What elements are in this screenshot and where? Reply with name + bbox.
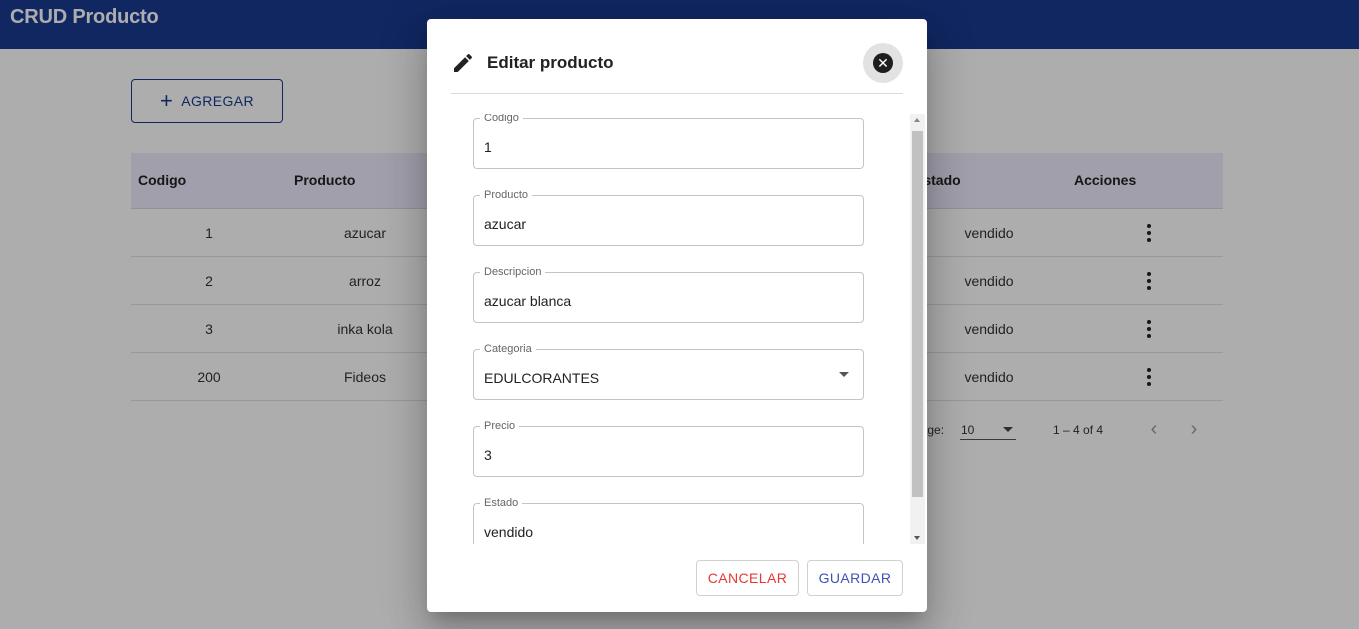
scroll-down-arrow-icon[interactable] [914, 536, 920, 540]
estado-value: vendido [484, 524, 534, 540]
close-dialog-button[interactable]: ✕ [863, 43, 903, 83]
descripcion-label: Descripcion [480, 266, 546, 278]
save-button[interactable]: GUARDAR [807, 560, 903, 596]
scroll-thumb[interactable] [912, 131, 923, 497]
producto-label: Producto [480, 189, 533, 201]
cancel-button[interactable]: CANCELAR [696, 560, 799, 596]
codigo-field[interactable]: Codigo 1 [473, 114, 864, 169]
codigo-value: 1 [484, 139, 492, 155]
dialog-header: Editar producto ✕ [427, 19, 927, 94]
precio-value: 3 [484, 447, 492, 463]
close-circle-icon: ✕ [873, 53, 893, 73]
categoria-select[interactable]: Categoria EDULCORANTES [473, 343, 864, 400]
estado-label: Estado [480, 497, 523, 509]
descripcion-value: azucar blanca [484, 293, 572, 309]
estado-field[interactable]: Estado vendido [473, 497, 864, 544]
scroll-up-arrow-icon[interactable] [914, 118, 920, 122]
producto-field[interactable]: Producto azucar [473, 189, 864, 246]
dialog-scrollbar[interactable] [910, 114, 925, 544]
producto-value: azucar [484, 216, 527, 232]
dialog-title: Editar producto [487, 53, 614, 72]
precio-label: Precio [480, 420, 520, 432]
descripcion-field[interactable]: Descripcion azucar blanca [473, 266, 864, 323]
categoria-label: Categoria [480, 343, 536, 355]
dialog-actions: CANCELAR GUARDAR [427, 560, 927, 596]
codigo-label: Codigo [480, 114, 523, 124]
pencil-icon [454, 53, 473, 72]
dialog-form: Codigo 1 Producto azucar Descripcion azu… [427, 114, 927, 544]
precio-field[interactable]: Precio 3 [473, 420, 864, 477]
categoria-value: EDULCORANTES [484, 370, 600, 386]
edit-product-dialog: Editar producto ✕ Codigo 1 Producto azuc… [427, 19, 927, 612]
dialog-divider [451, 93, 903, 94]
dropdown-arrow-icon [839, 372, 849, 377]
